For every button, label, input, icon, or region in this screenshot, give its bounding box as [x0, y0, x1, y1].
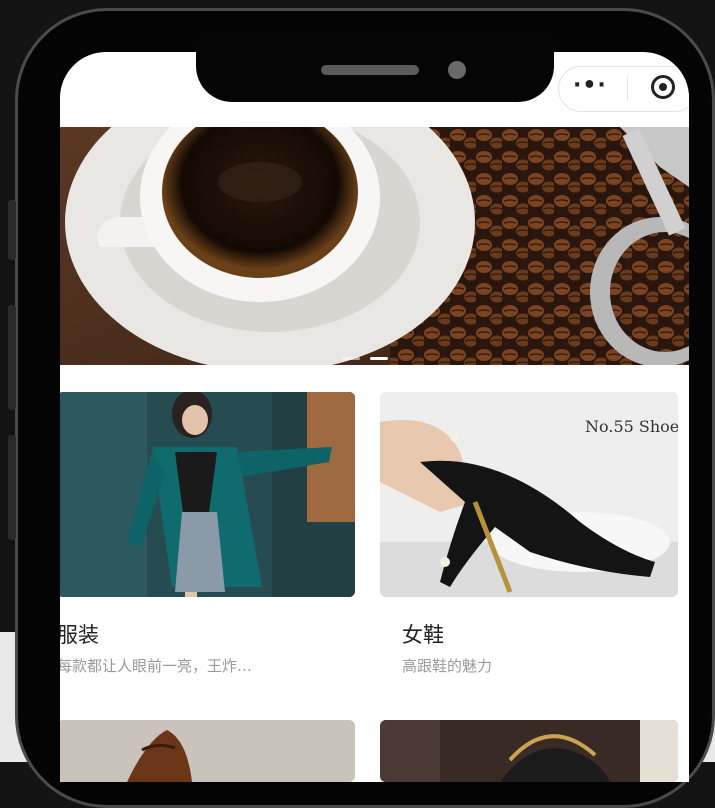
capsule-divider — [627, 77, 628, 101]
phone-notch — [196, 36, 554, 102]
phone-side-button — [8, 200, 16, 260]
phone-side-button — [8, 305, 16, 410]
front-camera — [448, 61, 466, 79]
coffee-banner-image — [60, 127, 689, 365]
speaker-grille — [321, 65, 419, 75]
product-image — [380, 720, 678, 782]
product-image: No.55 Shoe — [380, 392, 678, 597]
mini-program-capsule: ·•· — [558, 66, 689, 112]
brand-watermark: No.55 Shoe — [585, 417, 678, 436]
phone-screen: ·•· 服装 每款都让人眼前一亮，王炸… No.55 Shoe 女鞋 高跟鞋的魅… — [60, 52, 689, 782]
target-circle-icon[interactable] — [651, 75, 675, 99]
product-image — [60, 392, 355, 597]
carousel-dot[interactable] — [342, 357, 360, 360]
product-card-mens-shoes[interactable] — [60, 720, 355, 782]
banner-carousel[interactable] — [60, 127, 689, 365]
product-title: 女鞋 — [402, 623, 444, 647]
product-image — [60, 720, 355, 782]
carousel-dot-active[interactable] — [370, 357, 388, 360]
product-card-clothing[interactable]: 服装 每款都让人眼前一亮，王炸… — [60, 392, 355, 712]
carousel-indicators — [342, 345, 398, 364]
product-title: 服装 — [60, 623, 99, 647]
product-card-womens-shoes[interactable]: No.55 Shoe 女鞋 高跟鞋的魅力 — [380, 392, 678, 712]
phone-side-button — [8, 435, 16, 540]
product-card-bags[interactable] — [380, 720, 678, 782]
product-subtitle: 每款都让人眼前一亮，王炸… — [60, 657, 253, 675]
more-dots-icon[interactable]: ·•· — [573, 73, 607, 98]
product-subtitle: 高跟鞋的魅力 — [402, 657, 493, 675]
